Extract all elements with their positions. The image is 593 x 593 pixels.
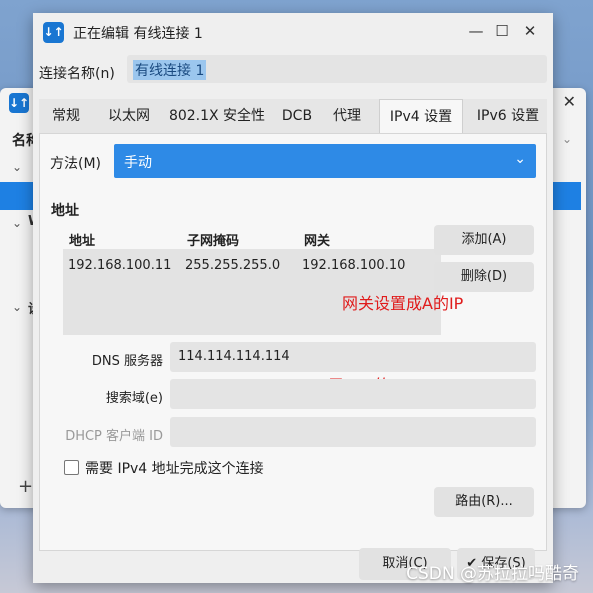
add-icon[interactable]: + — [18, 476, 33, 497]
delete-button[interactable]: 删除(D) — [434, 262, 534, 292]
dhcp-client-id-label: DHCP 客户端 ID — [65, 429, 163, 444]
cell-address[interactable]: 192.168.100.11 — [68, 258, 171, 273]
tab-bar: 常规 以太网 802.1X 安全性 DCB 代理 IPv4 设置 IPv6 设置 — [39, 99, 547, 133]
dns-label: DNS 服务器 — [91, 354, 163, 369]
tab-proxy[interactable]: 代理 — [327, 99, 367, 133]
chevron-down-icon[interactable]: ⌄ — [12, 300, 22, 314]
titlebar: ↓↑ 正在编辑 有线连接 1 — ☐ ✕ — [33, 13, 553, 51]
tab-general[interactable]: 常规 — [39, 99, 93, 133]
tab-dcb[interactable]: DCB — [277, 99, 317, 133]
search-domain-input[interactable] — [170, 379, 536, 409]
routes-button[interactable]: 路由(R)... — [434, 487, 534, 517]
column-header-gateway: 网关 — [304, 234, 331, 249]
tab-ethernet[interactable]: 以太网 — [99, 99, 159, 133]
column-header-netmask: 子网掩码 — [187, 234, 240, 249]
cell-gateway[interactable]: 192.168.100.10 — [302, 258, 405, 273]
connection-name-label: 连接名称(n) — [39, 66, 115, 82]
window-title: 正在编辑 有线连接 1 — [73, 26, 203, 42]
dns-value: 114.114.114.114 — [178, 349, 290, 364]
tab-ipv4-settings[interactable]: IPv4 设置 — [379, 99, 463, 133]
minimize-icon[interactable]: — — [465, 19, 487, 43]
chevron-down-icon[interactable]: ⌄ — [12, 216, 22, 230]
network-app-icon: ↓↑ — [9, 93, 29, 113]
maximize-icon[interactable]: ☐ — [491, 19, 513, 43]
close-icon[interactable]: ✕ — [563, 92, 576, 111]
chevron-down-icon[interactable]: ⌄ — [12, 160, 22, 174]
chevron-down-icon[interactable]: ⌄ — [562, 132, 572, 146]
method-value: 手动 — [124, 155, 152, 171]
watermark: CSDN @苏拉拉吗酷奇 — [406, 564, 579, 584]
dns-input[interactable]: 114.114.114.114 — [170, 342, 536, 372]
require-ipv4-checkbox[interactable] — [64, 460, 79, 475]
tab-8021x-security[interactable]: 802.1X 安全性 — [165, 99, 269, 133]
tab-ipv6-settings[interactable]: IPv6 设置 — [469, 99, 547, 133]
add-button[interactable]: 添加(A) — [434, 225, 534, 255]
edit-connection-dialog: ↓↑ 正在编辑 有线连接 1 — ☐ ✕ 连接名称(n) 有线连接 1 常规 以… — [33, 13, 553, 583]
network-app-icon: ↓↑ — [43, 22, 64, 43]
close-icon[interactable]: ✕ — [519, 19, 541, 43]
column-header-address: 地址 — [69, 234, 96, 249]
require-ipv4-label: 需要 IPv4 地址完成这个连接 — [85, 461, 264, 477]
search-domain-label: 搜索域(e) — [105, 391, 163, 406]
method-label: 方法(M) — [50, 156, 102, 172]
address-section-title: 地址 — [51, 203, 79, 219]
method-select[interactable]: 手动 ⌄ — [114, 144, 536, 178]
connection-name-value: 有线连接 1 — [133, 60, 207, 80]
connection-name-input[interactable]: 有线连接 1 — [127, 55, 547, 83]
cell-netmask[interactable]: 255.255.255.0 — [185, 258, 280, 273]
gateway-annotation: 网关设置成A的IP — [342, 294, 464, 313]
dhcp-client-id-input[interactable] — [170, 417, 536, 447]
chevron-down-icon: ⌄ — [514, 151, 526, 167]
